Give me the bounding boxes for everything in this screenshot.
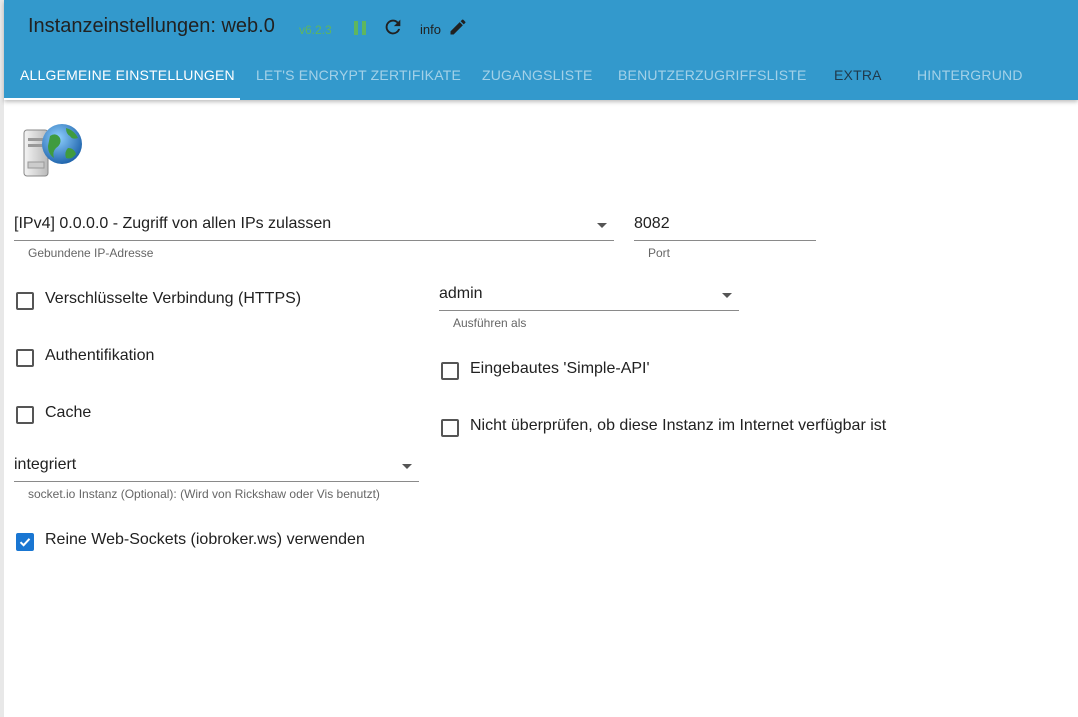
socketio-select-value[interactable]: integriert xyxy=(14,456,76,474)
checkmark-icon xyxy=(19,538,31,547)
socketio-dropdown-icon[interactable] xyxy=(402,464,412,469)
left-frame-border xyxy=(0,0,4,717)
port-underline xyxy=(634,240,816,241)
socketio-underline xyxy=(14,481,419,482)
active-tab-indicator xyxy=(4,98,240,100)
cache-checkbox[interactable] xyxy=(16,406,34,424)
reload-icon[interactable] xyxy=(382,16,404,38)
run-as-helper: Ausführen als xyxy=(453,316,527,330)
tab-extra[interactable]: EXTRA xyxy=(834,52,882,100)
run-as-dropdown-icon[interactable] xyxy=(722,293,732,298)
authentication-label: Authentifikation xyxy=(45,347,155,364)
tab-user-access-list[interactable]: BENUTZERZUGRIFFSLISTE xyxy=(618,52,807,100)
info-label: info xyxy=(420,22,441,37)
https-label: Verschlüsselte Verbindung (HTTPS) xyxy=(45,290,302,307)
ip-address-dropdown-icon[interactable] xyxy=(597,223,607,228)
authentication-checkbox[interactable] xyxy=(16,349,34,367)
ip-address-select-value[interactable]: [IPv4] 0.0.0.0 - Zugriff von allen IPs z… xyxy=(14,215,331,233)
run-as-select-value[interactable]: admin xyxy=(439,285,483,303)
no-internet-check-checkbox[interactable] xyxy=(441,419,459,437)
ip-address-underline xyxy=(14,240,614,241)
version-badge: v6.2.3 xyxy=(299,23,332,37)
edit-icon[interactable] xyxy=(448,17,468,37)
cache-label: Cache xyxy=(45,404,92,421)
tab-background[interactable]: HINTERGRUND xyxy=(917,52,1023,100)
pure-websockets-checkbox[interactable] xyxy=(16,533,34,551)
simple-api-label: Eingebautes 'Simple-API' xyxy=(470,360,650,377)
web-adapter-logo-icon xyxy=(23,124,82,177)
page-title: Instanzeinstellungen: web.0 xyxy=(28,15,275,37)
ip-address-helper: Gebundene IP-Adresse xyxy=(28,246,154,260)
pause-icon[interactable] xyxy=(352,20,368,36)
tab-general-settings[interactable]: ALLGEMEINE EINSTELLUNGEN xyxy=(20,52,235,100)
port-input[interactable]: 8082 xyxy=(634,215,670,233)
header-bar: Instanzeinstellungen: web.0 v6.2.3 info … xyxy=(4,0,1078,100)
run-as-underline xyxy=(439,310,739,311)
socketio-helper: socket.io Instanz (Optional): (Wird von … xyxy=(28,487,380,501)
tab-bar: ALLGEMEINE EINSTELLUNGEN LET'S ENCRYPT Z… xyxy=(4,52,1078,100)
tab-letsencrypt[interactable]: LET'S ENCRYPT ZERTIFIKATE xyxy=(256,52,461,100)
tab-access-list[interactable]: ZUGANGSLISTE xyxy=(482,52,593,100)
simple-api-checkbox[interactable] xyxy=(441,362,459,380)
pure-websockets-label: Reine Web-Sockets (iobroker.ws) verwende… xyxy=(45,531,365,548)
no-internet-check-label: Nicht überprüfen, ob diese Instanz im In… xyxy=(470,417,887,434)
https-checkbox[interactable] xyxy=(16,292,34,310)
port-helper: Port xyxy=(648,246,671,260)
